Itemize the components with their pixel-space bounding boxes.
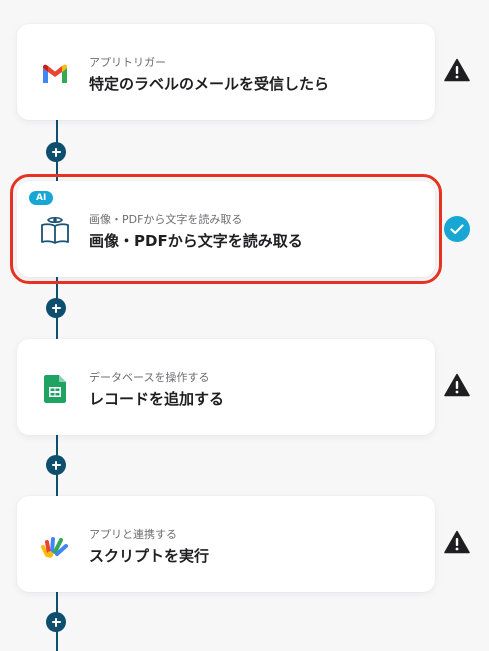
step-card-apps-script[interactable]: アプリと連携する スクリプトを実行 <box>17 496 435 592</box>
step-category: アプリと連携する <box>89 528 177 541</box>
warning-icon <box>444 529 470 555</box>
step-category: アプリトリガー <box>89 56 166 69</box>
step-card-sheets[interactable]: データベースを操作する レコードを追加する <box>17 339 435 435</box>
add-step-button[interactable] <box>46 298 66 318</box>
step-card-ocr[interactable]: AI 画像・PDFから文字を読み取る 画像・PDFから文字を読み取る <box>10 174 442 284</box>
step-category: データベースを操作する <box>89 371 210 384</box>
book-eye-icon <box>39 215 71 247</box>
step-title: レコードを追加する <box>89 390 225 408</box>
step-title: 画像・PDFから文字を読み取る <box>89 232 303 250</box>
step-card-gmail-trigger[interactable]: アプリトリガー 特定のラベルのメールを受信したら <box>17 24 435 120</box>
warning-icon <box>444 372 470 398</box>
step-title: 特定のラベルのメールを受信したら <box>89 75 330 93</box>
google-sheets-icon <box>39 373 71 405</box>
gmail-icon <box>39 58 71 90</box>
check-icon <box>444 216 470 242</box>
add-step-button[interactable] <box>46 455 66 475</box>
step-category: 画像・PDFから文字を読み取る <box>89 213 243 226</box>
add-step-button[interactable] <box>46 612 66 632</box>
warning-icon <box>444 57 470 83</box>
google-apps-script-icon <box>39 530 71 562</box>
add-step-button[interactable] <box>46 142 66 162</box>
step-title: スクリプトを実行 <box>89 547 210 565</box>
ai-badge: AI <box>29 191 54 205</box>
